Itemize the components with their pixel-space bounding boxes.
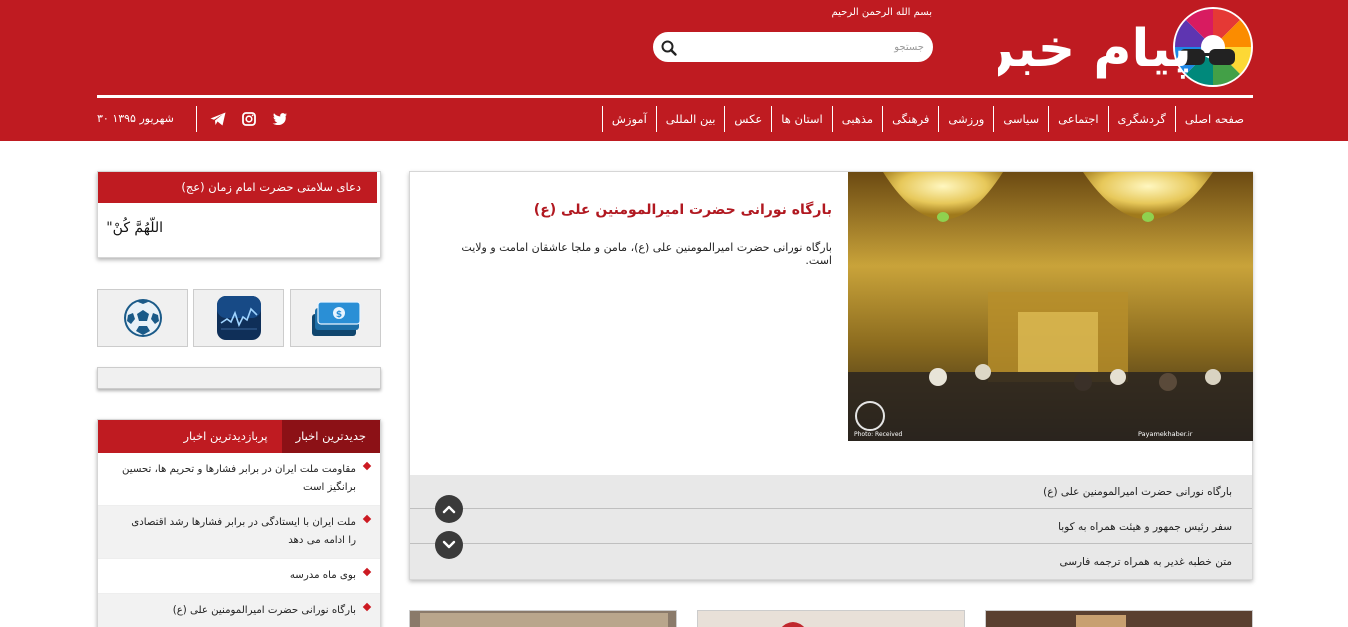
logo-text: پیام خبر [998,19,1192,79]
football-icon [123,299,162,337]
tab-latest-news[interactable]: جدیدترین اخبار [281,420,380,453]
slider-down-button[interactable] [435,531,463,559]
nav-item-education[interactable]: آموزش [601,106,656,132]
nav-item-politics[interactable]: سیاسی [993,106,1048,132]
nav-item-religious[interactable]: مذهبی [831,106,882,132]
social-bar: ۳۰ شهریور ۱۳۹۵ [97,106,289,132]
featured-image[interactable]: Photo: Received Payamekhaber.ir [848,172,1253,441]
prayer-box: دعای سلامتی حضرت امام زمان (عج) "اللّهُم… [97,171,381,258]
bismillah-text: بسم الله الرحمن الرحیم [831,7,932,18]
image-watermark: Payamekhaber.ir [1138,430,1193,438]
search-input[interactable] [684,37,924,57]
featured-description: بارگاه نورانی حضرت امیرالمومنین علی (ع)،… [461,241,832,267]
prayer-text: "اللّهُمَّ كُنْ [106,220,163,236]
news-thumbnail[interactable] [985,610,1253,627]
list-item-text: ملت ایران با ایستادگی در برابر فشارها رش… [131,517,356,546]
list-item[interactable]: مقاومت ملت ایران در برابر فشارها و تحریم… [98,453,380,506]
news-tabs: جدیدترین اخبار پربازدیدترین اخبار [98,420,380,453]
nav-item-culture[interactable]: فرهنگی [882,106,938,132]
list-item-text: مقاومت ملت ایران در برابر فشارها و تحریم… [122,464,356,493]
nav-item-home[interactable]: صفحه اصلی [1174,106,1253,132]
list-item[interactable]: بارگاه نورانی حضرت امیرالمومنین علی (ع) [98,594,380,627]
instagram-icon[interactable] [240,110,258,128]
site-header: پیام خبر بسم الله الرحمن الرحیم صفحه اصل… [0,0,1348,141]
currency-icon: $ [311,301,361,336]
news-thumbnail[interactable] [697,610,965,627]
telegram-icon[interactable] [209,110,227,128]
stock-tile[interactable] [193,289,284,347]
headline-list: بارگاه نورانی حضرت امیرالمومنین علی (ع) … [410,475,1252,579]
twitter-icon[interactable] [271,110,289,128]
svg-text:$: $ [335,310,341,320]
image-credit: Photo: Received [854,431,903,438]
header-divider [97,95,1253,98]
headline-item[interactable]: سفر رئیس جمهور و هیئت همراه به کوبا [410,510,1252,544]
headline-item[interactable]: متن خطبه غدیر به همراه ترجمه فارسی [410,545,1252,579]
slider-up-button[interactable] [435,495,463,523]
chevron-down-icon [442,540,456,549]
list-item[interactable]: ملت ایران با ایستادگی در برابر فشارها رش… [98,506,380,559]
site-logo[interactable]: پیام خبر [998,4,1254,90]
date-text: ۳۰ شهریور ۱۳۹۵ [97,106,197,132]
list-item[interactable]: بوی ماه مدرسه [98,559,380,594]
tab-most-viewed[interactable]: پربازدیدترین اخبار [169,420,281,453]
headline-item[interactable]: بارگاه نورانی حضرت امیرالمومنین علی (ع) [410,475,1252,509]
nav-item-social[interactable]: اجتماعی [1048,106,1107,132]
nav-item-international[interactable]: بین المللی [655,106,725,132]
search-icon[interactable] [660,39,678,57]
empty-widget [97,367,381,389]
list-item-text: بوی ماه مدرسه [289,570,356,581]
featured-slider: Photo: Received Payamekhaber.ir بارگاه ن… [409,171,1253,580]
news-thumbnail[interactable] [409,610,677,627]
list-item-text: بارگاه نورانی حضرت امیرالمومنین علی (ع) [172,605,356,616]
football-tile[interactable] [97,289,188,347]
stock-chart-icon [216,296,261,340]
nav-item-tourism[interactable]: گردشگری [1107,106,1175,132]
search-box [653,32,933,62]
service-tiles: $ [97,289,382,347]
nav-item-sports[interactable]: ورزشی [938,106,993,132]
featured-title[interactable]: بارگاه نورانی حضرت امیرالمومنین علی (ع) [432,202,832,218]
chevron-up-icon [442,505,456,514]
prayer-box-title: دعای سلامتی حضرت امام زمان (عج) [98,172,380,203]
nav-item-provinces[interactable]: استان ها [771,106,831,132]
news-list: مقاومت ملت ایران در برابر فشارها و تحریم… [98,453,380,627]
news-box: جدیدترین اخبار پربازدیدترین اخبار مقاومت… [97,419,381,627]
main-nav: صفحه اصلی گردشگری اجتماعی سیاسی ورزشی فر… [601,106,1253,132]
nav-item-photo[interactable]: عکس [724,106,771,132]
currency-tile[interactable]: $ [290,289,381,347]
